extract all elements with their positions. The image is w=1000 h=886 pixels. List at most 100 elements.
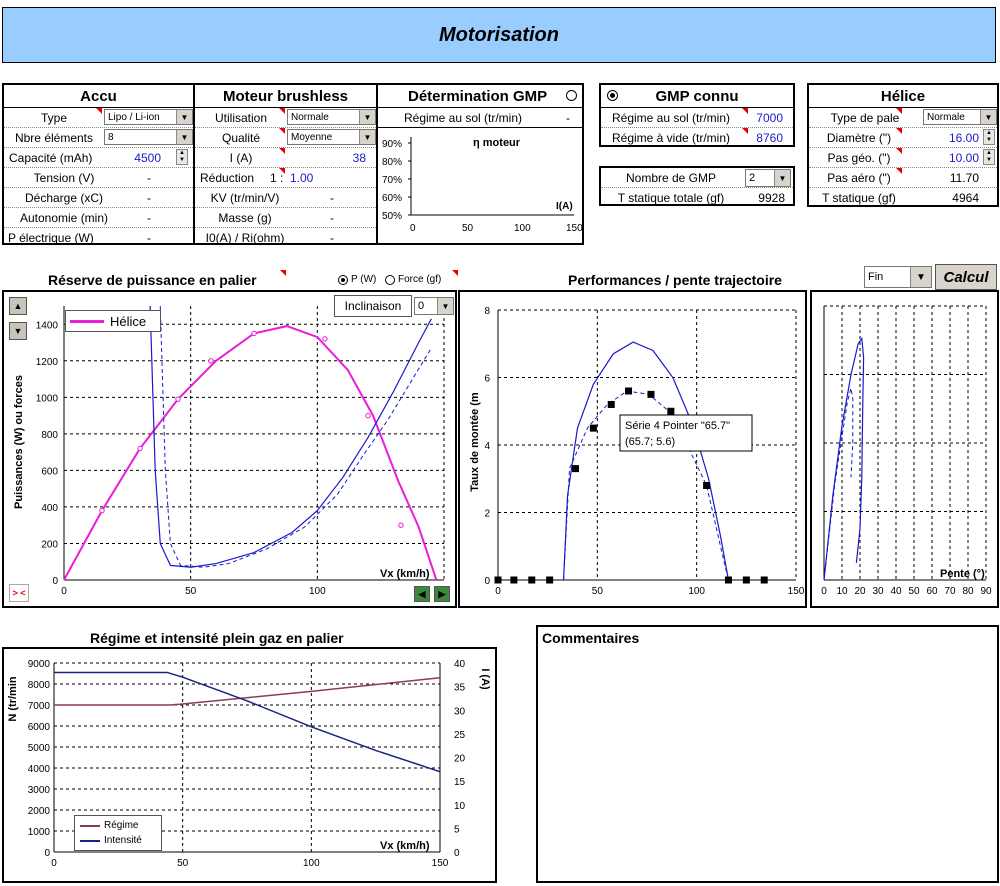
inclinaison-value: 0 [418,300,425,312]
moteur-utilisation-value: Normale [291,111,329,123]
radio-force-option[interactable]: Force (gf) [385,274,441,285]
chart2-xtick: 50 [592,586,604,597]
chart1-ytick: 200 [41,539,58,550]
chart3-xtick: 70 [944,586,956,597]
chart1-xtick: 50 [185,586,197,597]
chart2-xtick: 100 [688,586,705,597]
accu-elements-label: Nbre éléments [14,130,94,145]
helice-diametre-row: Diamètre (") 16.00 ▲ ▼ [809,128,997,148]
moteur-reduction-ratio-value[interactable]: 1.00 [290,168,313,187]
gmp-regime-sol-value[interactable]: 7000 [756,108,783,127]
commentaires-panel[interactable]: Commentaires [536,625,999,883]
reset-zoom-button[interactable]: > < [9,584,29,602]
moteur-i-value[interactable]: 38 [353,148,366,167]
chart1-ytick: 1000 [36,393,59,404]
radio-selected-icon[interactable] [338,274,348,285]
fin-select[interactable]: Fin ▼ [864,266,932,288]
radio-p-option[interactable]: P (W) [338,274,376,285]
eta-ytick: 90% [382,139,402,150]
chart4-ytick-left: 7000 [28,701,51,712]
capacite-spinner-icon[interactable]: ▲ ▼ [176,149,188,165]
chevron-down-icon[interactable]: ▼ [359,110,375,124]
scroll-down-icon[interactable]: ▼ [9,322,27,340]
scroll-up-icon[interactable]: ▲ [9,297,27,315]
pointer-marker [625,387,633,395]
accu-capacite-value[interactable]: 4500 [134,148,161,167]
chevron-down-icon[interactable]: ▼ [359,130,375,144]
inclinaison-select[interactable]: 0 ▼ [414,297,454,315]
diametre-spinner-icon[interactable]: ▲ ▼ [983,129,995,145]
moteur-kv-value: - [330,190,334,205]
eta-ytick: 60% [382,193,402,204]
chart4-xtick: 150 [432,858,449,869]
chart4-xlabel: Vx (km/h) [380,840,430,852]
chart4-xtick: 0 [51,858,57,869]
puissance-requise-curve [149,305,432,568]
calcul-button[interactable]: Calcul [935,264,997,290]
chart2-xtick: 150 [788,586,805,597]
helice-curve [63,325,438,581]
chart3-xtick: 50 [908,586,920,597]
chart4-ytick-right: 10 [454,801,466,812]
accu-capacite-row: Capacité (mAh) 4500 ▲ ▼ [4,148,193,168]
helice-marker [398,522,404,528]
gmp-connu-radio[interactable] [607,90,618,101]
fin-select-value: Fin [868,271,884,283]
chart1-legend-label: Hélice [110,313,147,329]
chevron-down-icon[interactable]: ▼ [176,130,192,144]
moteur-reduction-row: Réduction 1 : 1.00 [195,168,376,188]
tstat-totale-value: 9928 [758,190,785,205]
legend-regime: Régime [80,820,138,831]
helice-marker [365,412,371,419]
chart4-legend: Régime Intensité [74,815,162,851]
helice-type-select[interactable]: Normale ▼ [923,109,997,125]
chart4-ytick-right: 40 [454,659,466,670]
helice-diametre-value[interactable]: 16.00 [949,128,979,147]
scroll-left-icon[interactable]: ◀ [414,586,430,602]
chevron-down-icon[interactable]: ▼ [437,298,453,314]
nombre-gmp-select[interactable]: 2 ▼ [745,169,791,187]
accu-elements-select[interactable]: 8 ▼ [104,129,193,145]
chart4-xtick: 100 [303,858,320,869]
chart4-ytick-right: 5 [454,824,460,835]
pasgeo-spinner-icon[interactable]: ▲ ▼ [983,149,995,165]
scroll-right-icon[interactable]: ▶ [434,586,450,602]
gmp-regime-vide-value[interactable]: 8760 [756,128,783,147]
accu-header: Accu [4,85,193,108]
gmp-connu-header: GMP connu [601,85,793,108]
inclinaison-label: Inclinaison [334,295,412,317]
eta-xtick: 0 [410,223,416,234]
chevron-down-icon[interactable]: ▼ [980,110,996,124]
determination-regime-label: Régime au sol (tr/min) [403,110,523,125]
eta-ytick: 80% [382,157,402,168]
accu-pelec-row: P électrique (W) - [4,228,193,247]
moteur-masse-row: Masse (g) - [195,208,376,228]
performances-chart: Taux de montée (m 0 2 4 6 8 0 50 100 150 Série 4… [469,306,805,597]
radio-force-label: Force (gf) [398,274,442,285]
accu-type-select[interactable]: Lipo / Li-ion ▼ [104,109,193,125]
determination-panel: Détermination GMP Régime au sol (tr/min)… [376,83,584,245]
accu-elements-row: Nbre éléments 8 ▼ [4,128,193,148]
chart4-ylabel-left: N (tr/min [7,676,19,722]
chevron-down-icon[interactable]: ▼ [176,110,192,124]
accu-decharge-row: Décharge (xC) - [4,188,193,208]
eta-xtick: 100 [514,223,531,234]
chart2-ytick: 0 [484,576,490,587]
determination-regime-row: Régime au sol (tr/min) - [378,108,582,128]
chevron-down-icon[interactable]: ▼ [910,267,931,287]
accu-type-label: Type [40,110,67,125]
helice-pasgeo-value[interactable]: 10.00 [949,148,979,167]
chart4-ytick-left: 9000 [28,659,51,670]
gmp-regime-vide-row: Régime à vide (tr/min) 8760 [601,128,793,147]
moteur-i0-value: - [330,230,334,245]
chart4-ytick-right: 35 [454,683,466,694]
determination-header: Détermination GMP [378,85,582,108]
radio-empty-icon[interactable] [385,274,395,285]
moteur-i0-label: I0(A) / Ri(ohm) [205,230,285,245]
determination-radio[interactable] [566,90,577,101]
moteur-utilisation-select[interactable]: Normale ▼ [287,109,376,125]
pente-dashed [823,388,854,581]
moteur-qualite-select[interactable]: Moyenne ▼ [287,129,376,145]
helice-marker [251,330,257,337]
chevron-down-icon[interactable]: ▼ [774,170,790,186]
